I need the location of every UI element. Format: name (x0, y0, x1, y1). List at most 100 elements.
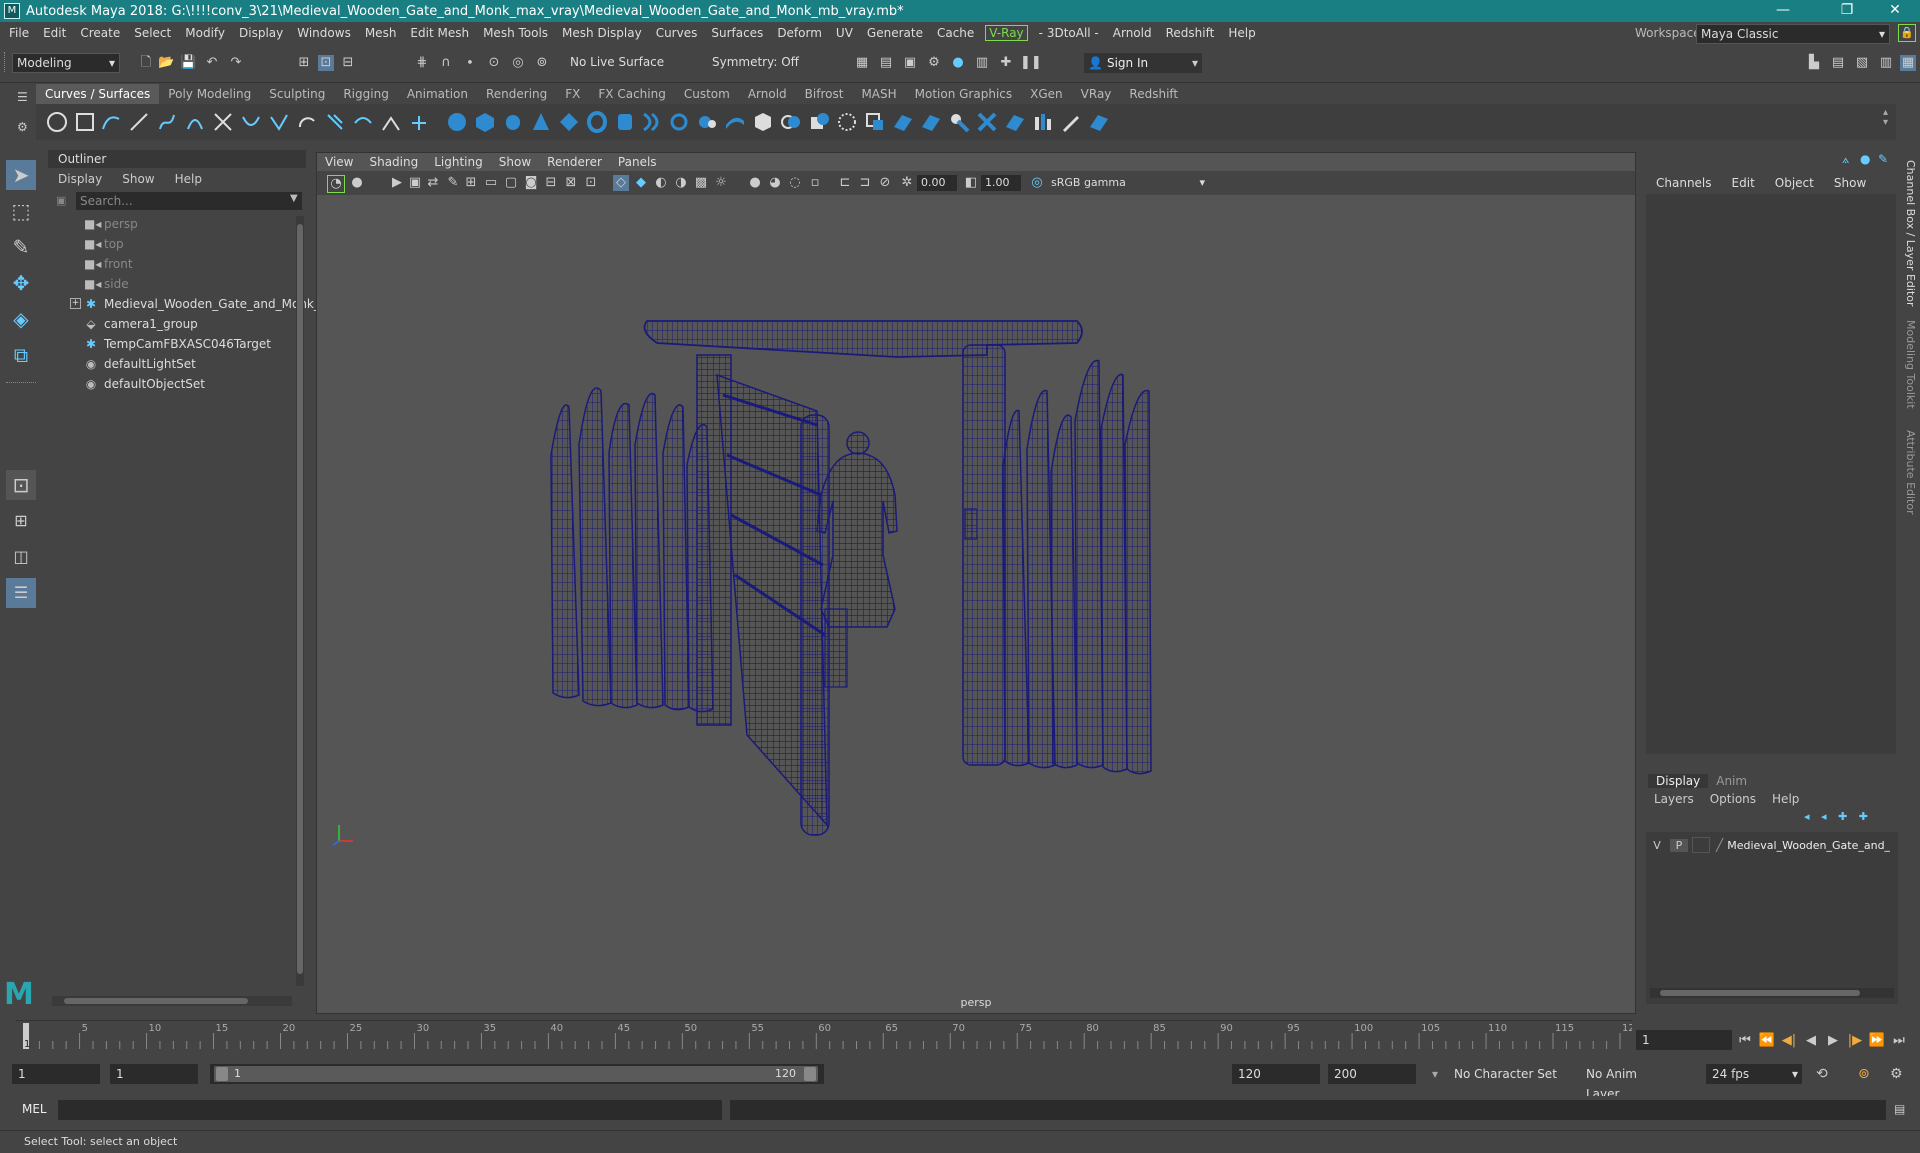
mode-dropdown[interactable]: Modeling ▾ (12, 53, 120, 73)
outliner-item-top[interactable]: ■◂ top (84, 234, 124, 254)
rotate-tool-icon[interactable]: ◈ (6, 304, 36, 334)
default-material-icon[interactable]: ◐ (653, 175, 669, 191)
outliner-menu-show[interactable]: Show (112, 172, 164, 186)
snap-view-icon[interactable]: ⊙ (486, 55, 502, 71)
screen-space-ao-icon[interactable]: ◕ (767, 175, 783, 191)
channels-menu[interactable]: Channels (1646, 176, 1722, 190)
chevron-down-icon[interactable]: ▼ (290, 193, 298, 204)
channel-box-mode-icon[interactable]: ⟑ (1842, 152, 1849, 167)
anim-layer-dropdown[interactable]: No Anim Layer (1580, 1064, 1680, 1101)
textured-icon[interactable]: ◑ (673, 175, 689, 191)
select-object-icon[interactable]: ⊡ (318, 55, 334, 71)
menu-file[interactable]: File (2, 26, 36, 40)
outliner-vertical-scrollbar[interactable] (296, 216, 304, 986)
outliner-item-persp[interactable]: ■◂ persp (84, 214, 138, 234)
outliner-horizontal-scrollbar[interactable] (52, 996, 292, 1006)
shelf-tab-redshift[interactable]: Redshift (1120, 84, 1187, 104)
snap-surface-icon[interactable]: ◎ (510, 55, 526, 71)
step-forward-key-icon[interactable]: ⏩ (1866, 1033, 1888, 1048)
layer-playback-toggle[interactable]: P (1670, 838, 1688, 852)
pencil-curve-icon[interactable] (156, 111, 178, 133)
scrollbar-thumb[interactable] (64, 998, 248, 1004)
menu-generate[interactable]: Generate (860, 26, 930, 40)
sign-in-button[interactable]: 👤 Sign In ▾ (1084, 53, 1202, 73)
project-curve-icon[interactable] (836, 111, 858, 133)
play-backwards-icon[interactable]: ◀ (1800, 1033, 1822, 1048)
new-layer-icon[interactable]: ✚ (1838, 810, 1847, 823)
vray-ipr-icon[interactable]: ✚ (998, 55, 1014, 71)
channel-object-menu[interactable]: Object (1765, 176, 1824, 190)
menu-modify[interactable]: Modify (178, 26, 232, 40)
menu-display[interactable]: Display (232, 26, 290, 40)
vray-render-icon[interactable]: ▥ (974, 55, 990, 71)
snap-live-icon[interactable]: ⊚ (534, 55, 550, 71)
shelf-tab-fx-caching[interactable]: FX Caching (589, 84, 674, 104)
menu-windows[interactable]: Windows (290, 26, 358, 40)
open-scene-icon[interactable]: 📂 (158, 55, 174, 71)
outliner-item-default-object-set[interactable]: ◉ defaultObjectSet (84, 374, 205, 394)
fps-dropdown[interactable]: 24 fps ▾ (1706, 1064, 1802, 1084)
attach-curve-icon[interactable] (240, 111, 262, 133)
redo-icon[interactable]: ↷ (228, 55, 244, 71)
shelf-tab-motion-graphics[interactable]: Motion Graphics (906, 84, 1022, 104)
menu-curves[interactable]: Curves (649, 26, 705, 40)
step-forward-frame-icon[interactable]: |▶ (1844, 1033, 1866, 1048)
move-layer-down-icon[interactable]: ◂ (1821, 810, 1827, 823)
surface-edit-icon[interactable] (1088, 111, 1110, 133)
menu-mesh[interactable]: Mesh (358, 26, 404, 40)
scrollbar-thumb[interactable] (1660, 990, 1860, 996)
new-layer-selected-icon[interactable]: ✚ (1859, 810, 1868, 823)
animation-prefs-icon[interactable]: ⚙ (1890, 1066, 1903, 1082)
detach-curve-icon[interactable] (268, 111, 290, 133)
nurbs-torus-icon[interactable] (586, 111, 608, 133)
layer-menu-options[interactable]: Options (1702, 792, 1764, 806)
render-current-icon[interactable]: ▦ (854, 55, 870, 71)
xray-icon[interactable]: ⊐ (857, 175, 873, 191)
nurbs-cube-icon[interactable] (474, 111, 496, 133)
select-camera-icon[interactable]: ◔ (327, 175, 345, 193)
smooth-shade-icon[interactable]: ◆ (633, 175, 649, 191)
go-to-start-icon[interactable]: ⏮ (1734, 1033, 1756, 1048)
move-layer-up-icon[interactable]: ◂ (1804, 810, 1810, 823)
current-frame-field[interactable]: 1 (1636, 1030, 1732, 1050)
shelf-tab-animation[interactable]: Animation (398, 84, 477, 104)
menu-deform[interactable]: Deform (770, 26, 829, 40)
render-sequence-icon[interactable]: ▤ (878, 55, 894, 71)
select-hierarchy-icon[interactable]: ⊞ (296, 55, 312, 71)
outliner-item-tempcam-target[interactable]: ✱ TempCamFBXASC046Target (84, 334, 271, 354)
single-perspective-view-icon[interactable]: ⊡ (6, 470, 36, 500)
revolve-icon[interactable] (614, 111, 636, 133)
minimize-button[interactable]: — (1760, 0, 1806, 22)
film-gate-icon[interactable]: ▭ (483, 175, 499, 191)
exposure-field[interactable]: 0.00 (917, 175, 957, 191)
character-set-dropdown[interactable]: ▾ No Character Set (1432, 1064, 1572, 1084)
command-input[interactable] (58, 1100, 722, 1120)
loop-icon[interactable]: ⟲ (1816, 1066, 1828, 1082)
render-settings-icon[interactable]: ⚙ (926, 55, 942, 71)
menu-mesh-display[interactable]: Mesh Display (555, 26, 649, 40)
outliner-item-medieval-gate[interactable]: ✱ Medieval_Wooden_Gate_and_Monk_ (84, 294, 320, 314)
layer-horizontal-scrollbar[interactable] (1650, 988, 1894, 998)
paint-select-tool-icon[interactable]: ✎ (6, 232, 36, 262)
birail-icon[interactable] (724, 111, 746, 133)
play-forwards-icon[interactable]: ▶ (1822, 1033, 1844, 1048)
channel-edit-menu[interactable]: Edit (1722, 176, 1765, 190)
outliner-item-front[interactable]: ■◂ front (84, 254, 133, 274)
viewport-menu-show[interactable]: Show (491, 153, 539, 171)
shelf-tab-sculpting[interactable]: Sculpting (260, 84, 334, 104)
nurbs-cone-icon[interactable] (530, 111, 552, 133)
arc-icon[interactable] (184, 111, 206, 133)
scene-wireframe[interactable] (317, 195, 1635, 991)
lasso-tool-icon[interactable]: ⬚ (6, 196, 36, 226)
tool-settings-icon[interactable]: ▧ (1854, 55, 1870, 71)
attach-surface-icon[interactable] (948, 111, 970, 133)
sculpt-icon[interactable] (1060, 111, 1082, 133)
extrude-icon[interactable] (696, 111, 718, 133)
range-handle[interactable]: 1 120 (214, 1066, 818, 1082)
untrim-icon[interactable] (920, 111, 942, 133)
shelf-tab-fx[interactable]: FX (556, 84, 589, 104)
add-points-icon[interactable] (408, 111, 430, 133)
go-to-end-icon[interactable]: ⏭ (1888, 1033, 1910, 1048)
new-scene-icon[interactable]: 🗋 (138, 55, 154, 71)
menu-cache[interactable]: Cache (930, 26, 981, 40)
